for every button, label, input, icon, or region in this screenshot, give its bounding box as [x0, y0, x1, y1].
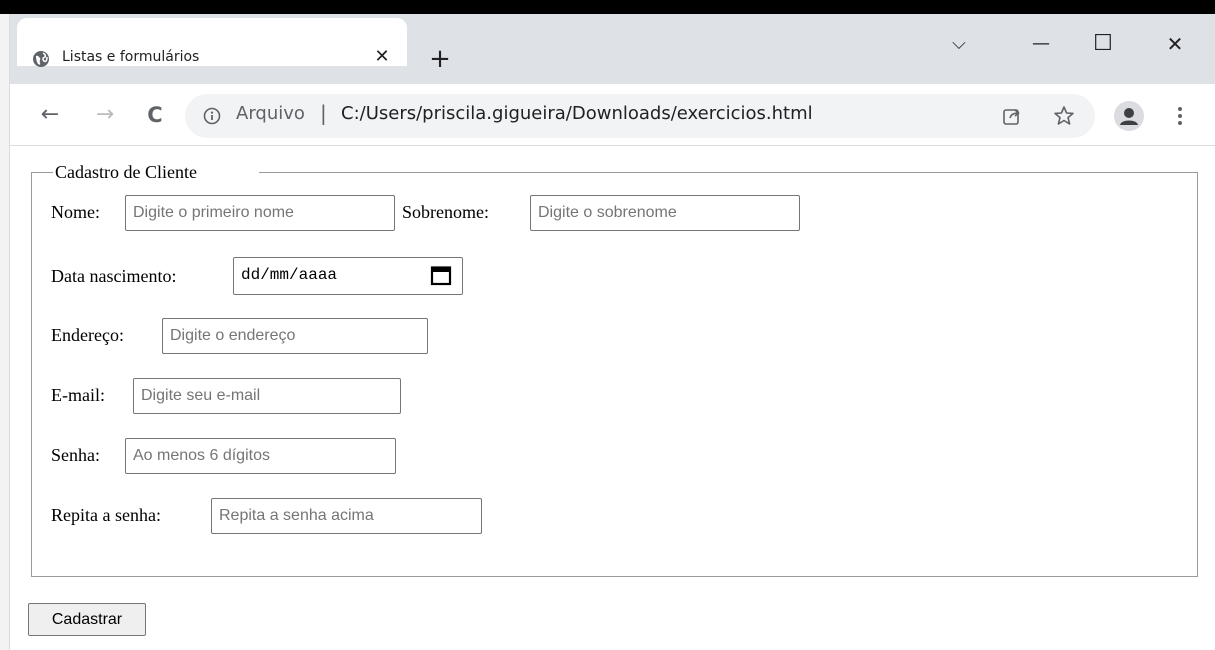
star-icon[interactable] — [1052, 104, 1076, 128]
nome-label: Nome: — [51, 202, 100, 222]
reload-button[interactable]: C — [139, 99, 171, 131]
client-fieldset — [31, 172, 1198, 577]
tab-close-icon[interactable]: ✕ — [370, 45, 394, 69]
forward-button[interactable]: → — [89, 99, 121, 131]
senha-label: Senha: — [51, 445, 100, 465]
fieldset-legend: Cadastro de Cliente — [55, 162, 197, 182]
nome-input[interactable] — [125, 195, 395, 231]
screen-top-bar — [0, 0, 1215, 14]
repita-senha-input[interactable] — [211, 498, 482, 534]
back-button[interactable]: ← — [34, 99, 66, 131]
fieldset-border-left — [31, 172, 53, 173]
globe-icon — [33, 51, 49, 67]
tab-search-dropdown-icon[interactable]: ⌵ — [941, 28, 977, 60]
email-label: E-mail: — [51, 385, 105, 405]
profile-icon[interactable] — [1114, 101, 1144, 131]
url-text[interactable]: C:/Users/priscila.gigueira/Downloads/exe… — [341, 103, 813, 124]
fieldset-border-right — [259, 172, 1198, 173]
cadastrar-button[interactable]: Cadastrar — [28, 603, 146, 636]
endereco-label: Endereço: — [51, 325, 124, 345]
endereco-input[interactable] — [162, 318, 428, 354]
tab-title: Listas e formulários — [62, 49, 200, 65]
background-window-edge — [0, 14, 10, 650]
close-window-button[interactable]: ✕ — [1157, 28, 1193, 60]
repita-senha-label: Repita a senha: — [51, 505, 161, 525]
email-input[interactable] — [133, 378, 401, 414]
calendar-icon[interactable] — [430, 264, 452, 286]
date-format-text: dd/mm/aaaa — [241, 266, 338, 284]
minimize-button[interactable]: — — [1023, 28, 1059, 60]
data-nascimento-label: Data nascimento: — [51, 266, 177, 286]
sobrenome-input[interactable] — [530, 195, 800, 231]
url-separator: | — [320, 101, 327, 125]
maximize-button[interactable]: ☐ — [1085, 28, 1121, 60]
new-tab-button[interactable]: + — [424, 44, 456, 76]
share-icon[interactable] — [1000, 104, 1024, 128]
sobrenome-label: Sobrenome: — [402, 202, 489, 222]
senha-input[interactable] — [125, 438, 396, 474]
more-vert-icon[interactable] — [1168, 101, 1192, 131]
url-scheme-label: Arquivo — [236, 103, 305, 124]
info-icon[interactable] — [203, 107, 221, 125]
